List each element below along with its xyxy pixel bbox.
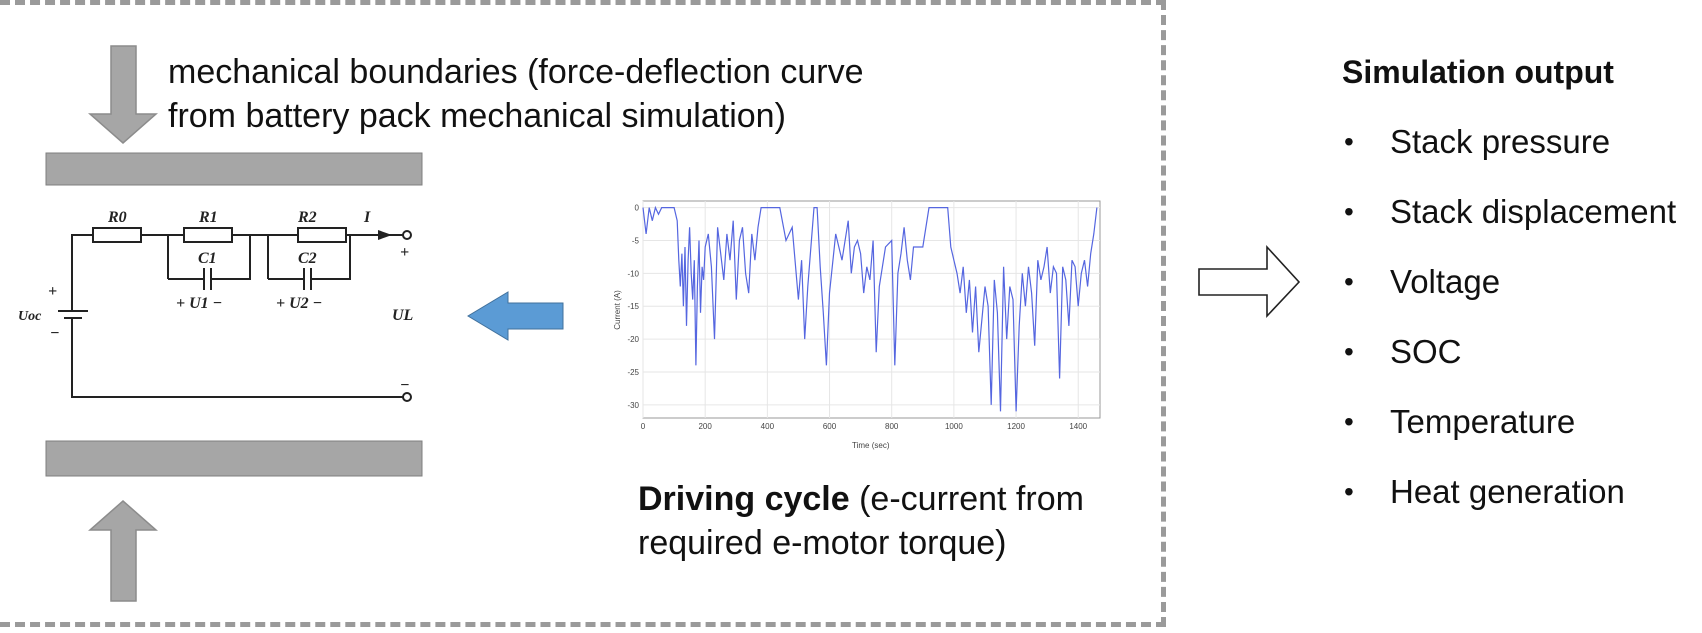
- label-r2: R2: [297, 209, 317, 226]
- label-u1: + U1 −: [176, 295, 222, 312]
- bullet-icon: •: [1344, 476, 1354, 507]
- label-u2: + U2 −: [276, 295, 322, 312]
- equivalent-circuit: [58, 227, 412, 402]
- label-c1: C1: [198, 250, 217, 267]
- chart-xtick-label: 1000: [945, 422, 963, 431]
- output-item: • Heat generation: [1344, 473, 1625, 510]
- chart-ytick-label: -20: [627, 335, 639, 344]
- bullet-icon: •: [1344, 406, 1354, 437]
- bottom-pressure-plate: [45, 440, 423, 477]
- label-r0: R0: [107, 209, 127, 226]
- chart-xtick-label: 800: [885, 422, 899, 431]
- bullet-icon: •: [1344, 196, 1354, 227]
- output-item: • SOC: [1344, 333, 1462, 370]
- driving-cycle-label: Driving cycle (e-current from required e…: [638, 477, 1084, 565]
- label-ul: UL: [392, 307, 414, 324]
- simulation-output-list: • Stack pressure • Stack displacement • Vol…: [1342, 122, 1676, 542]
- chart-xtick-label: 600: [823, 422, 837, 431]
- bullet-icon: •: [1344, 266, 1354, 297]
- driving-cycle-desc-2: required e-motor torque): [638, 524, 1007, 562]
- resistor-r0: [92, 227, 142, 243]
- chart-ytick-label: -5: [632, 236, 640, 245]
- label-battery-plus: +: [48, 283, 57, 300]
- chart-xlabel: Time (sec): [852, 441, 890, 450]
- input-arrow-icon: [467, 291, 564, 341]
- label-battery-minus: −: [50, 325, 60, 342]
- label-r1: R1: [198, 209, 218, 226]
- chart-xtick-label: 1200: [1007, 422, 1025, 431]
- chart-ytick-label: -15: [627, 302, 639, 311]
- simulation-output-title: Simulation output: [1342, 54, 1614, 90]
- output-arrow-icon: [1198, 244, 1301, 319]
- output-item: • Stack pressure: [1344, 123, 1611, 160]
- label-terminal-minus: −: [400, 377, 410, 394]
- chart-xtick-label: 0: [641, 422, 646, 431]
- terminal-negative: [402, 392, 412, 402]
- output-item: • Temperature: [1344, 403, 1576, 440]
- chart-plot-area: [642, 200, 1101, 419]
- label-terminal-plus: +: [400, 244, 409, 261]
- terminal-positive: [402, 230, 412, 240]
- chart-xtick-label: 1400: [1069, 422, 1087, 431]
- arrow-up-icon: [88, 500, 158, 602]
- resistor-r1: [183, 227, 233, 243]
- driving-cycle-chart: 0 -5 -10 -15 -20 -25 -30 0 200 400 600 800 1000 1200 1…: [613, 200, 1101, 450]
- chart-xtick-label: 200: [698, 422, 712, 431]
- chart-ylabel: Current (A): [613, 290, 622, 330]
- label-uoc: Uoc: [18, 309, 42, 324]
- current-arrow-icon: [378, 230, 392, 240]
- chart-ytick-label: -30: [627, 401, 639, 410]
- label-c2: C2: [298, 250, 317, 267]
- chart-xtick-label: 400: [761, 422, 775, 431]
- output-item: • Voltage: [1344, 263, 1501, 300]
- top-pressure-plate: [45, 152, 423, 186]
- resistor-r2: [297, 227, 347, 243]
- bullet-icon: •: [1344, 126, 1354, 157]
- driving-cycle-title: Driving cycle: [638, 480, 850, 518]
- arrow-down-icon: [88, 45, 158, 144]
- chart-ytick-label: -25: [627, 368, 639, 377]
- bullet-icon: •: [1344, 336, 1354, 367]
- driving-cycle-desc-1: (e-current from: [849, 480, 1084, 518]
- label-current-i: I: [363, 209, 371, 226]
- chart-ytick-label: -10: [627, 269, 639, 278]
- chart-ytick-label: 0: [635, 204, 640, 213]
- output-item: • Stack displacement: [1344, 193, 1677, 230]
